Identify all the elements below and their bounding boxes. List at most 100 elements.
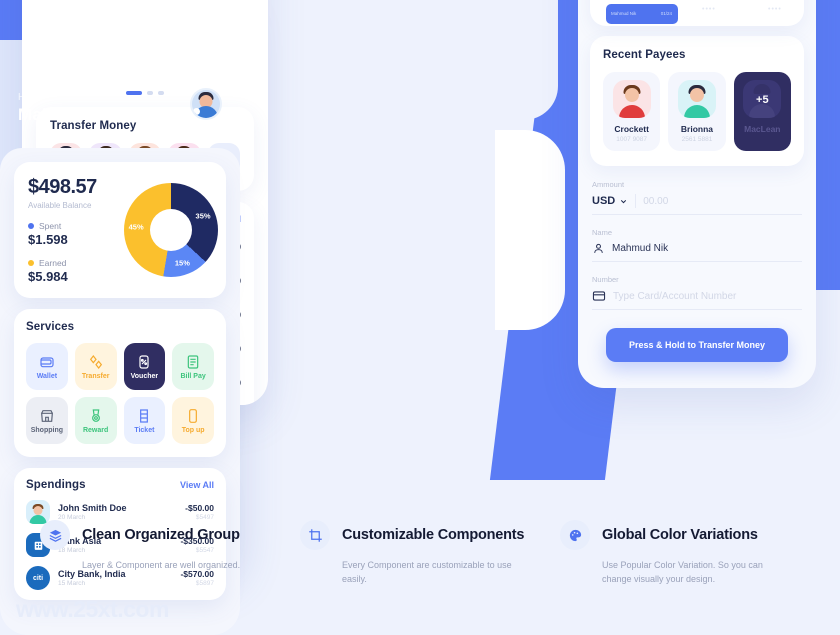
payee-brionna[interactable]: Brionna 2561 5881 [668,72,726,151]
topup-icon [189,408,198,423]
spendings-title: Spendings [26,479,86,491]
feature-title: Global Color Variations [602,527,758,543]
services-title: Services [26,321,75,333]
legend-dot-earned [28,260,34,266]
spending-name: John Smith Doe [58,503,127,513]
payee-avatar [612,80,651,118]
mini-card-holder: Mahmud Nik [611,11,637,16]
number-input[interactable]: Type Card/Account Number [613,291,736,302]
spendings-view-all[interactable]: View All [180,480,214,490]
service-top-up[interactable]: Top up [172,397,214,444]
payee-maclean-more[interactable]: +5 MacLean [733,72,791,151]
app-screenshot: 2598 •••• •••• 1073 CARD HOLDER Mahmud N… [0,0,840,635]
number-field-row[interactable]: Type Card/Account Number [592,284,802,310]
service-label: Wallet [36,372,58,380]
payee-number: 2561 5881 [681,136,713,143]
name-field-row[interactable]: Mahmud Nik [592,237,802,262]
layers-icon [40,520,70,550]
name-input[interactable]: Mahmud Nik [612,243,668,254]
spending-amount: -$50.00 [185,503,214,513]
feature-global-color-variations: Global Color Variations Use Popular Colo… [560,520,800,587]
mini-card-expires: 01/24 [660,11,672,16]
palette-icon [560,520,590,550]
legend-earned: Earned $5.984 [28,258,124,284]
crop-icon [300,520,330,550]
payee-crockett[interactable]: Crockett 1007 9087 [603,72,661,151]
person-icon [594,243,603,253]
decorative-notch [495,130,565,330]
ghost-text-1: •••• [702,6,716,13]
services-card: Services Wallet Transfer Voucher Bill Pa… [14,309,226,457]
voucher-icon [139,354,149,369]
service-label: Voucher [130,372,159,380]
status-badge [193,108,200,115]
chevron-down-icon [621,199,627,203]
service-transfer[interactable]: Transfer [74,343,117,390]
ticket-icon [140,408,149,423]
service-label: Shopping [30,426,64,434]
legend-spent: Spent $1.598 [28,221,124,247]
wallet-icon [40,356,54,367]
payee-avatar-more: +5 [743,80,782,118]
service-voucher[interactable]: Voucher [123,343,166,390]
balance-amount: $498.57 [28,176,97,198]
service-label: Reward [82,426,109,434]
amount-input[interactable]: 00.00 [643,196,668,207]
avatar[interactable] [190,88,222,120]
center-content-sheet: $498.57 Available Balance Spent $1.598 E… [0,148,240,635]
ghost-text-2: •••• [768,6,782,13]
recent-payees-card: Recent Payees Crockett 1007 9087 Brionna… [590,36,804,166]
service-label: Transfer [81,372,110,380]
payee-name: Crockett [614,124,649,134]
amount-field-row[interactable]: USD 00.00 [592,189,802,215]
transfer-icon [89,354,102,369]
payees-row: Crockett 1007 9087 Brionna 2561 5881 +5 … [603,72,791,151]
balance-card: $498.57 Available Balance Spent $1.598 E… [14,162,226,298]
service-ticket[interactable]: Ticket [123,397,166,444]
donut-chart: 35% 15% 45% [124,176,218,284]
top-card-partial: Mahmud Nik 01/24 •••• •••• [590,0,804,26]
legend-label-spent: Spent [39,221,62,231]
transfer-money-button[interactable]: Press & Hold to Transfer Money [606,328,788,362]
feature-title: Clean Organized Group [82,527,240,543]
card-icon [592,291,606,301]
donut-label-1: 35% [195,211,211,221]
service-label: Ticket [134,426,155,434]
balance-caption: Available Balance [28,201,92,210]
bill-icon [187,354,199,369]
currency-selector[interactable]: USD [592,195,628,207]
service-bill-pay[interactable]: Bill Pay [172,343,214,390]
payee-more-count: +5 [756,93,769,106]
legend-value-earned: $5.984 [28,269,68,284]
service-label: Bill Pay [180,372,206,380]
phone-right-screen: Mahmud Nik 01/24 •••• •••• Recent Payees… [578,0,816,388]
donut-label-3: 45% [128,222,144,232]
mini-credit-card[interactable]: Mahmud Nik 01/24 [606,4,678,24]
feature-clean-organized-group: Clean Organized Group Layer & Component … [40,520,280,587]
center-header: Hello! Mahmud Nik [0,0,240,125]
shop-icon [40,409,53,422]
feature-description: Every Component are customizable to use … [342,560,512,584]
payee-name: MacLean [744,124,781,134]
phone-center-screen: Hello! Mahmud Nik $498.57 Available Bala… [0,0,240,635]
features-section: Clean Organized Group Layer & Component … [0,520,840,587]
feature-description: Layer & Component are well organized. [82,560,241,570]
name-label: Name [592,228,613,237]
feature-title: Customizable Components [342,527,525,543]
amount-label: Ammount [592,180,625,189]
legend-dot-spent [28,223,34,229]
feature-customizable-components: Customizable Components Every Component … [300,520,540,587]
decorative-notch-2 [500,0,558,120]
watermark: www.25xt.com [16,596,169,622]
service-reward[interactable]: Reward [74,397,117,444]
number-label: Number [592,275,619,284]
payee-avatar [677,80,716,118]
reward-icon [91,408,100,422]
service-shopping[interactable]: Shopping [26,397,68,444]
services-grid: Wallet Transfer Voucher Bill Pay Shoppin… [26,343,214,444]
feature-description: Use Popular Color Variation. So you can … [602,560,763,584]
recent-payees-title: Recent Payees [603,49,686,61]
transfer-form: Ammount USD 00.00 Name Mahmud Nik Number… [592,180,802,362]
legend-value-spent: $1.598 [28,232,68,247]
service-wallet[interactable]: Wallet [26,343,68,390]
